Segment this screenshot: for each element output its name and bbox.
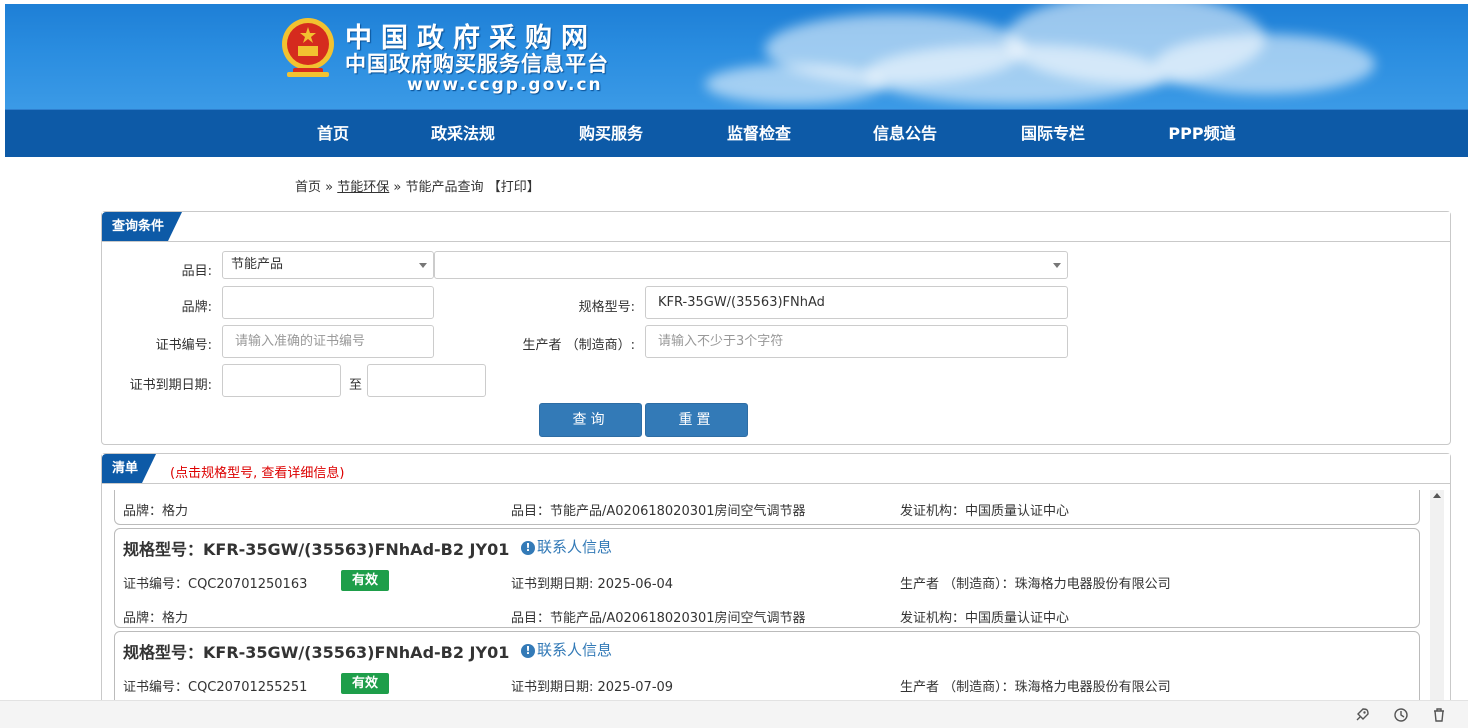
brand-input[interactable] <box>222 286 434 319</box>
expiry-date-text: 证书到期日期: 2025-06-04 <box>511 577 674 592</box>
main-nav: 首页 政采法规 购买服务 监督检查 信息公告 国际专栏 PPP频道 <box>5 109 1468 157</box>
breadcrumb: 首页 » 节能环保 » 节能产品查询 【打印】 <box>295 176 540 195</box>
expiry-date-label: 证书到期日期: <box>129 378 212 393</box>
expiry-date-text: 证书到期日期: 2025-07-09 <box>511 680 674 695</box>
category-label: 品目: <box>181 264 212 279</box>
nav-international[interactable]: 国际专栏 <box>1013 110 1093 158</box>
breadcrumb-current: 节能产品查询 <box>405 180 484 195</box>
reset-button[interactable]: 重置 <box>645 403 748 437</box>
contact-info-label: 联系人信息 <box>537 641 613 659</box>
results-panel-title: 清单 <box>102 454 156 483</box>
nav-announcements[interactable]: 信息公告 <box>865 110 945 158</box>
cert-number-text: 证书编号：CQC20701255251 <box>123 680 308 695</box>
brand-label: 品牌: <box>181 300 212 315</box>
list-item: 品牌：格力 品目：节能产品/A020618020301房间空气调节器 发证机构：… <box>114 490 1420 525</box>
results-list[interactable]: 品牌：格力 品目：节能产品/A020618020301房间空气调节器 发证机构：… <box>114 490 1421 702</box>
site-url: www.ccgp.gov.cn <box>407 75 603 95</box>
print-link[interactable]: 【打印】 <box>488 180 540 195</box>
expiry-date-to-label: 至 <box>348 378 362 393</box>
manufacturer-input[interactable]: 请输入不少于3个字符 <box>645 325 1068 358</box>
query-panel-header: 查询条件 <box>102 212 1450 242</box>
breadcrumb-separator: » <box>325 180 334 195</box>
model-label: 规格型号: <box>578 300 635 315</box>
category-text: 品目：节能产品/A020618020301房间空气调节器 <box>511 611 806 626</box>
cert-number-input[interactable]: 请输入准确的证书编号 <box>222 325 434 358</box>
status-badge: 有效 <box>341 673 389 694</box>
list-item: 规格型号：KFR-35GW/(35563)FNhAd-B2 JY01 ! 联系人信… <box>114 631 1420 702</box>
contact-info-label: 联系人信息 <box>537 538 613 556</box>
category-text: 品目：节能产品/A020618020301房间空气调节器 <box>511 504 806 519</box>
query-panel-title: 查询条件 <box>102 212 182 241</box>
results-hint: (点击规格型号, 查看详细信息) <box>170 466 345 481</box>
scroll-up-icon[interactable] <box>1433 493 1441 498</box>
contact-info-link[interactable]: ! 联系人信息 <box>521 639 612 660</box>
site-banner: 中国政府采购网 中国政府购买服务信息平台 www.ccgp.gov.cn <box>5 4 1468 109</box>
issuer-text: 发证机构：中国质量认证中心 <box>900 504 1070 519</box>
breadcrumb-separator: » <box>393 180 402 195</box>
cert-number-text: 证书编号：CQC20701250163 <box>123 577 308 592</box>
query-panel: 查询条件 品目: 节能产品 品牌: 规格型号: KFR-35GW/(35563)… <box>101 211 1451 445</box>
brand-text: 品牌：格力 <box>123 504 189 519</box>
nav-home[interactable]: 首页 <box>301 110 365 158</box>
rocket-icon[interactable] <box>1354 707 1370 723</box>
chevron-down-icon <box>1053 263 1061 268</box>
expiry-date-from-input[interactable] <box>222 364 341 397</box>
nav-ppp[interactable]: PPP频道 <box>1160 110 1244 158</box>
history-icon[interactable] <box>1393 707 1409 723</box>
results-scrollbar[interactable] <box>1430 490 1444 702</box>
search-button[interactable]: 查询 <box>539 403 642 437</box>
chevron-down-icon <box>419 263 427 268</box>
issuer-text: 发证机构：中国质量认证中心 <box>900 611 1070 626</box>
nav-supervision[interactable]: 监督检查 <box>719 110 799 158</box>
contact-info-link[interactable]: ! 联系人信息 <box>521 536 612 557</box>
expiry-date-to-input[interactable] <box>367 364 486 397</box>
subcategory-select[interactable] <box>434 251 1068 279</box>
manufacturer-text: 生产者 （制造商）：珠海格力电器股份有限公司 <box>900 577 1171 592</box>
info-icon: ! <box>521 644 535 658</box>
results-panel: 清单 (点击规格型号, 查看详细信息) 品牌：格力 品目：节能产品/A02061… <box>101 453 1451 723</box>
nav-regulations[interactable]: 政采法规 <box>423 110 503 158</box>
manufacturer-label: 生产者 （制造商）: <box>522 338 635 353</box>
page: 中国政府采购网 中国政府购买服务信息平台 www.ccgp.gov.cn 首页 … <box>5 4 1468 728</box>
model-input[interactable]: KFR-35GW/(35563)FNhAd <box>645 286 1068 319</box>
model-link[interactable]: 规格型号：KFR-35GW/(35563)FNhAd-B2 JY01 <box>123 639 509 663</box>
trash-icon[interactable] <box>1431 707 1447 723</box>
bottom-toolbar <box>0 700 1468 728</box>
national-emblem-icon <box>282 18 334 77</box>
list-item: 规格型号：KFR-35GW/(35563)FNhAd-B2 JY01 ! 联系人信… <box>114 528 1420 628</box>
brand-text: 品牌：格力 <box>123 611 189 626</box>
breadcrumb-section[interactable]: 节能环保 <box>337 180 389 195</box>
site-subtitle: 中国政府购买服务信息平台 <box>345 52 609 76</box>
model-link[interactable]: 规格型号：KFR-35GW/(35563)FNhAd-B2 JY01 <box>123 536 509 560</box>
cert-number-label: 证书编号: <box>155 338 212 353</box>
manufacturer-text: 生产者 （制造商）：珠海格力电器股份有限公司 <box>900 680 1171 695</box>
results-panel-header: 清单 (点击规格型号, 查看详细信息) <box>102 454 1450 484</box>
nav-purchase-services[interactable]: 购买服务 <box>571 110 651 158</box>
info-icon: ! <box>521 541 535 555</box>
breadcrumb-home[interactable]: 首页 <box>295 180 321 195</box>
category-select[interactable]: 节能产品 <box>222 251 434 279</box>
category-select-value: 节能产品 <box>231 257 284 272</box>
status-badge: 有效 <box>341 570 389 591</box>
